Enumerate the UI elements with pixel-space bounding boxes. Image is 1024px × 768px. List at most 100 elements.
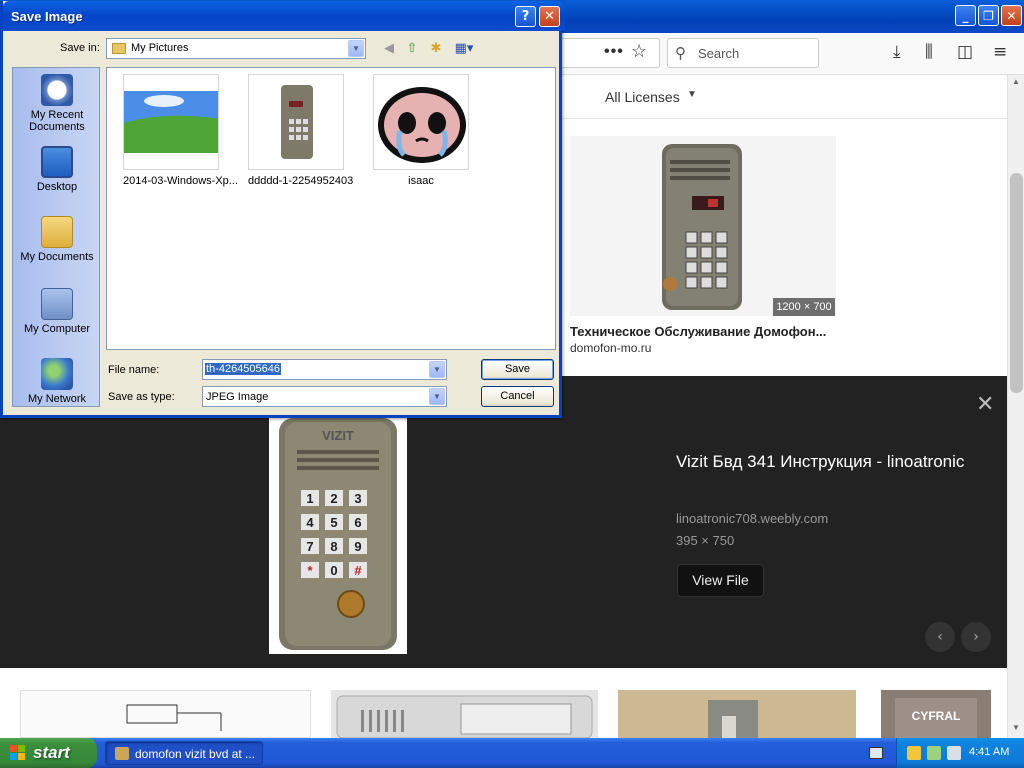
intercom-panel-image	[570, 136, 836, 316]
svg-text:1: 1	[306, 491, 313, 506]
library-icon[interactable]: ⫼	[925, 42, 933, 62]
intercom-thumbnail-image	[249, 75, 343, 169]
windows-logo-icon	[10, 745, 25, 760]
save-in-value: My Pictures	[131, 42, 189, 54]
svg-text:7: 7	[306, 539, 313, 554]
page-scrollbar[interactable]: ▲ ▼	[1007, 75, 1024, 738]
place-label: My Recent Documents	[29, 109, 85, 133]
menu-icon[interactable]: ≡	[993, 42, 1007, 62]
result-title[interactable]: Техническое Обслуживание Домофон...	[570, 324, 826, 339]
thumbnail-wall-photo[interactable]	[618, 690, 856, 738]
volume-icon[interactable]	[947, 746, 961, 760]
file-name: isaac	[408, 175, 434, 187]
page-actions-icon[interactable]: •••	[604, 43, 624, 61]
minimize-button[interactable]: _	[955, 5, 976, 26]
file-item[interactable]: 2014-03-Windows-Xp...	[123, 74, 238, 187]
result-domain[interactable]: domofon-mo.ru	[570, 341, 651, 355]
bookmark-star-icon[interactable]: ☆	[631, 41, 647, 62]
next-arrow-icon[interactable]: ›	[961, 622, 991, 652]
keyboard-icon[interactable]	[869, 747, 883, 759]
scroll-up-icon[interactable]: ▲	[1012, 77, 1020, 86]
dialog-titlebar[interactable]: Save Image ? ✕	[3, 1, 565, 31]
start-label: start	[33, 743, 70, 762]
views-menu-icon[interactable]: ▦▾	[451, 40, 477, 58]
chevron-down-icon: ▼	[687, 89, 697, 100]
control-unit-image	[336, 695, 593, 739]
new-folder-icon[interactable]: ✱	[426, 40, 446, 58]
save-as-type-label: Save as type:	[108, 391, 175, 403]
save-button[interactable]: Save	[481, 359, 554, 380]
folder-icon	[112, 43, 126, 54]
place-my-network[interactable]: My Network	[13, 358, 101, 405]
chevron-down-icon[interactable]: ▼	[429, 361, 445, 378]
place-label: My Documents	[20, 251, 94, 263]
close-icon[interactable]: ✕	[976, 392, 994, 417]
save-as-type-dropdown[interactable]: JPEG Image ▼	[202, 386, 447, 407]
detail-domain[interactable]: linoatronic708.weebly.com	[676, 511, 828, 526]
desktop-icon	[41, 146, 73, 178]
svg-text:5: 5	[330, 515, 337, 530]
svg-text:CYFRAL: CYFRAL	[912, 709, 961, 723]
chevron-down-icon[interactable]: ▼	[348, 40, 364, 57]
svg-text:#: #	[354, 563, 362, 578]
file-name-value: th-4264505646	[205, 363, 282, 375]
file-thumbnail	[373, 74, 469, 170]
wall-photo-image	[618, 690, 856, 738]
search-placeholder: Search	[698, 46, 740, 61]
thumbnail-cyfral[interactable]: CYFRAL	[881, 690, 991, 738]
places-bar: My Recent Documents Desktop My Documents…	[12, 67, 100, 407]
help-button[interactable]: ?	[515, 6, 536, 27]
restore-button[interactable]: ❐	[978, 5, 999, 26]
file-name-label: File name:	[108, 364, 160, 376]
view-file-button[interactable]: View File	[677, 564, 764, 597]
network-icon[interactable]	[927, 746, 941, 760]
file-item[interactable]: ddddd-1-2254952403	[248, 74, 354, 187]
save-in-label: Save in:	[60, 42, 100, 54]
scroll-thumb[interactable]	[1010, 173, 1023, 393]
thumbnail-control-unit[interactable]	[331, 690, 598, 739]
detail-title[interactable]: Vizit Бвд 341 Инструкция - linoatronic	[676, 450, 976, 473]
place-my-recent-documents[interactable]: My Recent Documents	[13, 74, 101, 133]
back-icon[interactable]: ◀	[379, 40, 399, 58]
search-input[interactable]: ⚲ Search	[667, 38, 819, 68]
image-size-badge: 1200 × 700	[773, 298, 835, 316]
cancel-button[interactable]: Cancel	[481, 386, 554, 407]
place-my-documents[interactable]: My Documents	[13, 216, 101, 263]
file-name: ddddd-1-2254952403	[248, 175, 354, 187]
save-image-dialog: Save Image ? ✕ Save in: My Pictures ▼ ◀ …	[0, 1, 565, 418]
dialog-close-button[interactable]: ✕	[539, 6, 560, 27]
place-label: My Computer	[23, 323, 91, 335]
svg-text:6: 6	[354, 515, 361, 530]
system-tray: 4:41 AM	[896, 738, 1024, 768]
file-item[interactable]: isaac	[373, 74, 469, 187]
save-in-dropdown[interactable]: My Pictures ▼	[106, 38, 366, 59]
recent-documents-icon	[41, 74, 73, 106]
sidebar-icon[interactable]: ◫	[957, 42, 973, 62]
up-folder-icon[interactable]: ⇧	[402, 40, 422, 58]
previous-arrow-icon[interactable]: ‹	[925, 622, 955, 652]
browser-window-icon	[115, 747, 129, 760]
svg-text:3: 3	[354, 491, 361, 506]
start-button[interactable]: start	[0, 738, 97, 768]
place-label: My Network	[27, 393, 87, 405]
svg-text:2: 2	[330, 491, 337, 506]
taskbar-item-label: domofon vizit bvd at ...	[135, 747, 256, 761]
thumbnail-diagram[interactable]	[20, 690, 311, 738]
scroll-down-icon[interactable]: ▼	[1012, 723, 1020, 732]
svg-text:4: 4	[306, 515, 314, 530]
taskbar-item-browser[interactable]: domofon vizit bvd at ...	[105, 741, 263, 765]
close-button[interactable]: ✕	[1001, 5, 1022, 26]
result-image[interactable]	[570, 136, 836, 316]
file-thumbnail	[248, 74, 344, 170]
security-shield-icon[interactable]	[907, 746, 921, 760]
place-desktop[interactable]: Desktop	[13, 146, 101, 193]
place-my-computer[interactable]: My Computer	[13, 288, 101, 335]
file-thumbnail	[123, 74, 219, 170]
file-name-field[interactable]: th-4264505646 ▼	[202, 359, 447, 380]
svg-text:8: 8	[330, 539, 337, 554]
download-icon[interactable]: ⤓	[893, 42, 901, 62]
detail-image[interactable]: VIZIT 1 2 3 4 5 6 7 8 9 * 0 #	[269, 418, 407, 654]
license-filter[interactable]: All Licenses	[605, 89, 680, 105]
taskbar: start domofon vizit bvd at ... 4:41 AM	[0, 738, 1024, 768]
chevron-down-icon[interactable]: ▼	[429, 388, 445, 405]
